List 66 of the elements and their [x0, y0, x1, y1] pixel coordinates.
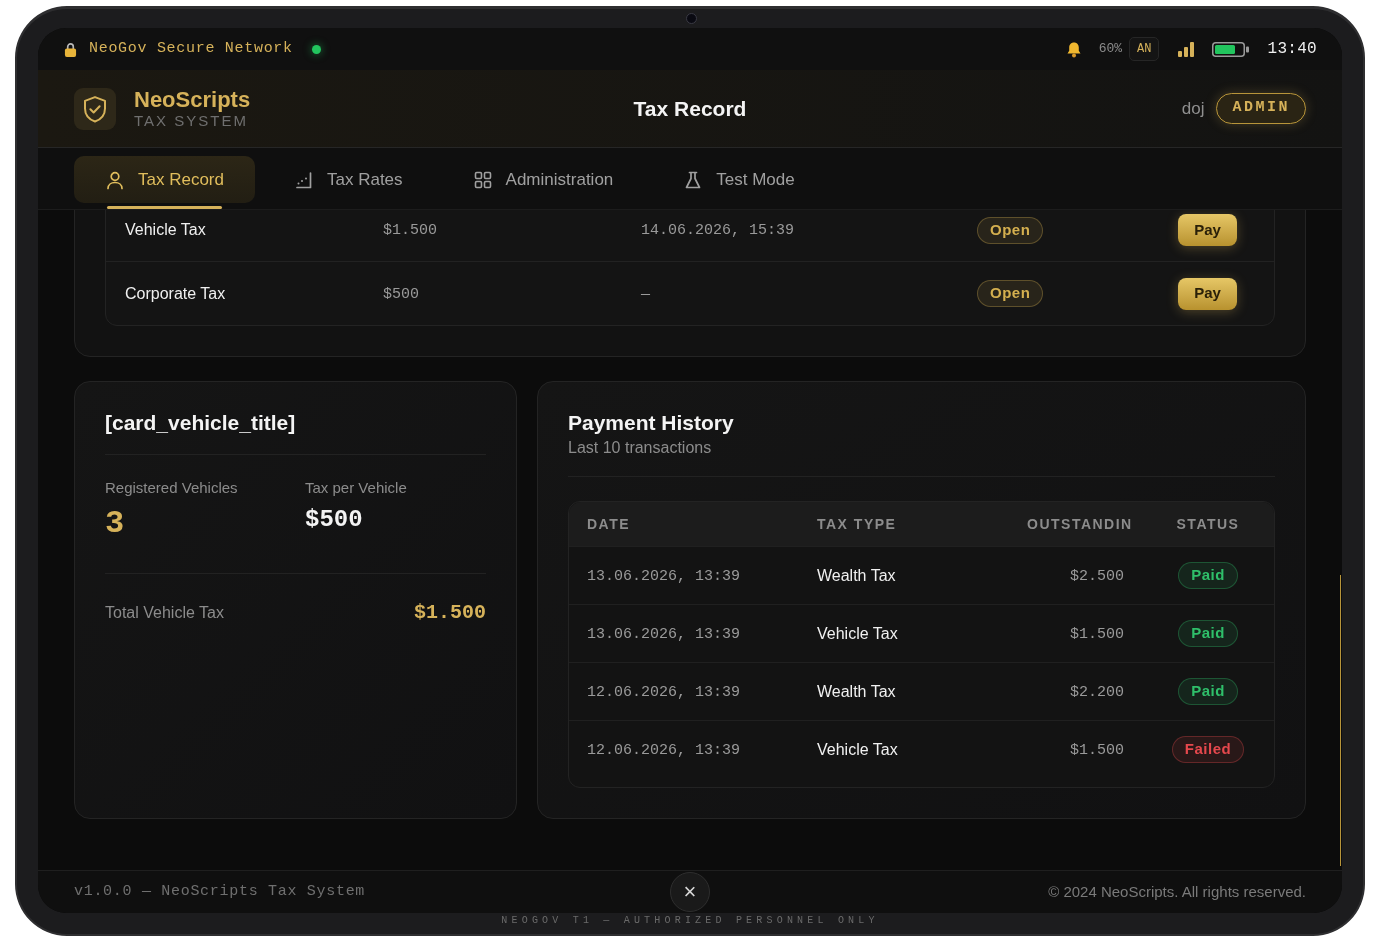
stat-value: $500 [305, 505, 364, 535]
table-cell: 12.06.2026, 13:39 [587, 683, 741, 701]
table-cell: Vehicle Tax [817, 624, 898, 642]
nav-tab[interactable]: Tax Rates [263, 156, 434, 203]
card-title: Payment History [568, 410, 735, 436]
status-tag: Open [977, 216, 1044, 244]
table-cell: Wealth Tax [817, 682, 896, 700]
pay-button[interactable]: Pay [1178, 214, 1237, 246]
table-cell: $2.500 [1070, 567, 1124, 585]
close-button[interactable]: × [670, 872, 710, 912]
table-cell: Wealth Tax [817, 566, 896, 584]
user-initials: AN [1129, 37, 1160, 61]
user-name: doj [1181, 97, 1205, 120]
table-cell: 13.06.2026, 13:39 [587, 625, 741, 643]
table-cell: Vehicle Tax [817, 740, 898, 758]
status-tag: Failed [1171, 736, 1245, 763]
table-cell: 14.06.2026, 15:39 [641, 222, 795, 240]
user-icon [105, 169, 125, 190]
brand-subtitle: TAX SYSTEM [134, 112, 249, 129]
brand-name: NeoScripts [134, 88, 251, 112]
battery-percent: 60% [1098, 40, 1123, 59]
card-subtitle: Last 10 transactions [568, 438, 713, 458]
stat-label: Tax per Vehicle [305, 478, 408, 498]
status-tag: Paid [1178, 678, 1238, 705]
table-cell: $500 [383, 285, 419, 303]
column-header: TAX TYPE [817, 516, 897, 532]
bell-icon [1065, 40, 1082, 58]
status-tag: Paid [1178, 620, 1238, 647]
role-badge: ADMIN [1216, 93, 1306, 124]
grid-icon [472, 169, 493, 190]
table-cell: $1.500 [383, 222, 437, 240]
shield-check-icon [74, 87, 116, 130]
table-cell: 12.06.2026, 13:39 [587, 741, 741, 759]
status-tag: Open [977, 280, 1044, 307]
table-cell: $2.200 [1070, 683, 1124, 701]
status-tag: Paid [1178, 562, 1238, 589]
nav-tab[interactable]: Administration [441, 156, 645, 203]
nav-tab[interactable]: Tax Record [74, 156, 255, 203]
signal-icon [1178, 41, 1195, 57]
battery-icon [1212, 41, 1250, 57]
table-cell: $1.500 [1070, 625, 1124, 643]
pay-button[interactable]: Pay [1178, 277, 1237, 310]
column-header: DATE [587, 516, 631, 532]
table-cell: Corporate Tax [125, 284, 226, 302]
stat-label: Registered Vehicles [105, 478, 239, 498]
stat-value: 3 [105, 504, 126, 544]
table-cell: 13.06.2026, 13:39 [587, 567, 741, 585]
camera-icon [686, 13, 697, 24]
chart-icon [294, 169, 314, 190]
device-label: NEOGOV T1 — AUTHORIZED PERSONNEL ONLY [501, 915, 879, 927]
network-name: NeoGov Secure Network [89, 38, 293, 59]
column-header: STATUS [1176, 516, 1240, 532]
page-title: Tax Record [633, 95, 747, 122]
card-title: [card_vehicle_title] [105, 410, 297, 436]
lock-icon [64, 41, 77, 57]
total-value: $1.500 [414, 601, 486, 625]
table-cell: — [641, 285, 650, 303]
total-label: Total Vehicle Tax [105, 603, 224, 623]
nav-tab[interactable]: Test Mode [652, 156, 826, 203]
copyright-text: © 2024 NeoScripts. All rights reserved. [1047, 881, 1306, 902]
table-cell: Vehicle Tax [125, 221, 206, 238]
table-cell: $1.500 [1070, 741, 1124, 759]
scrollbar[interactable] [1340, 575, 1341, 866]
column-header: OUTSTANDIN [1027, 516, 1133, 532]
version-text: v1.0.0 — NeoScripts Tax System [74, 881, 367, 902]
clock-time: 13:40 [1267, 39, 1317, 60]
